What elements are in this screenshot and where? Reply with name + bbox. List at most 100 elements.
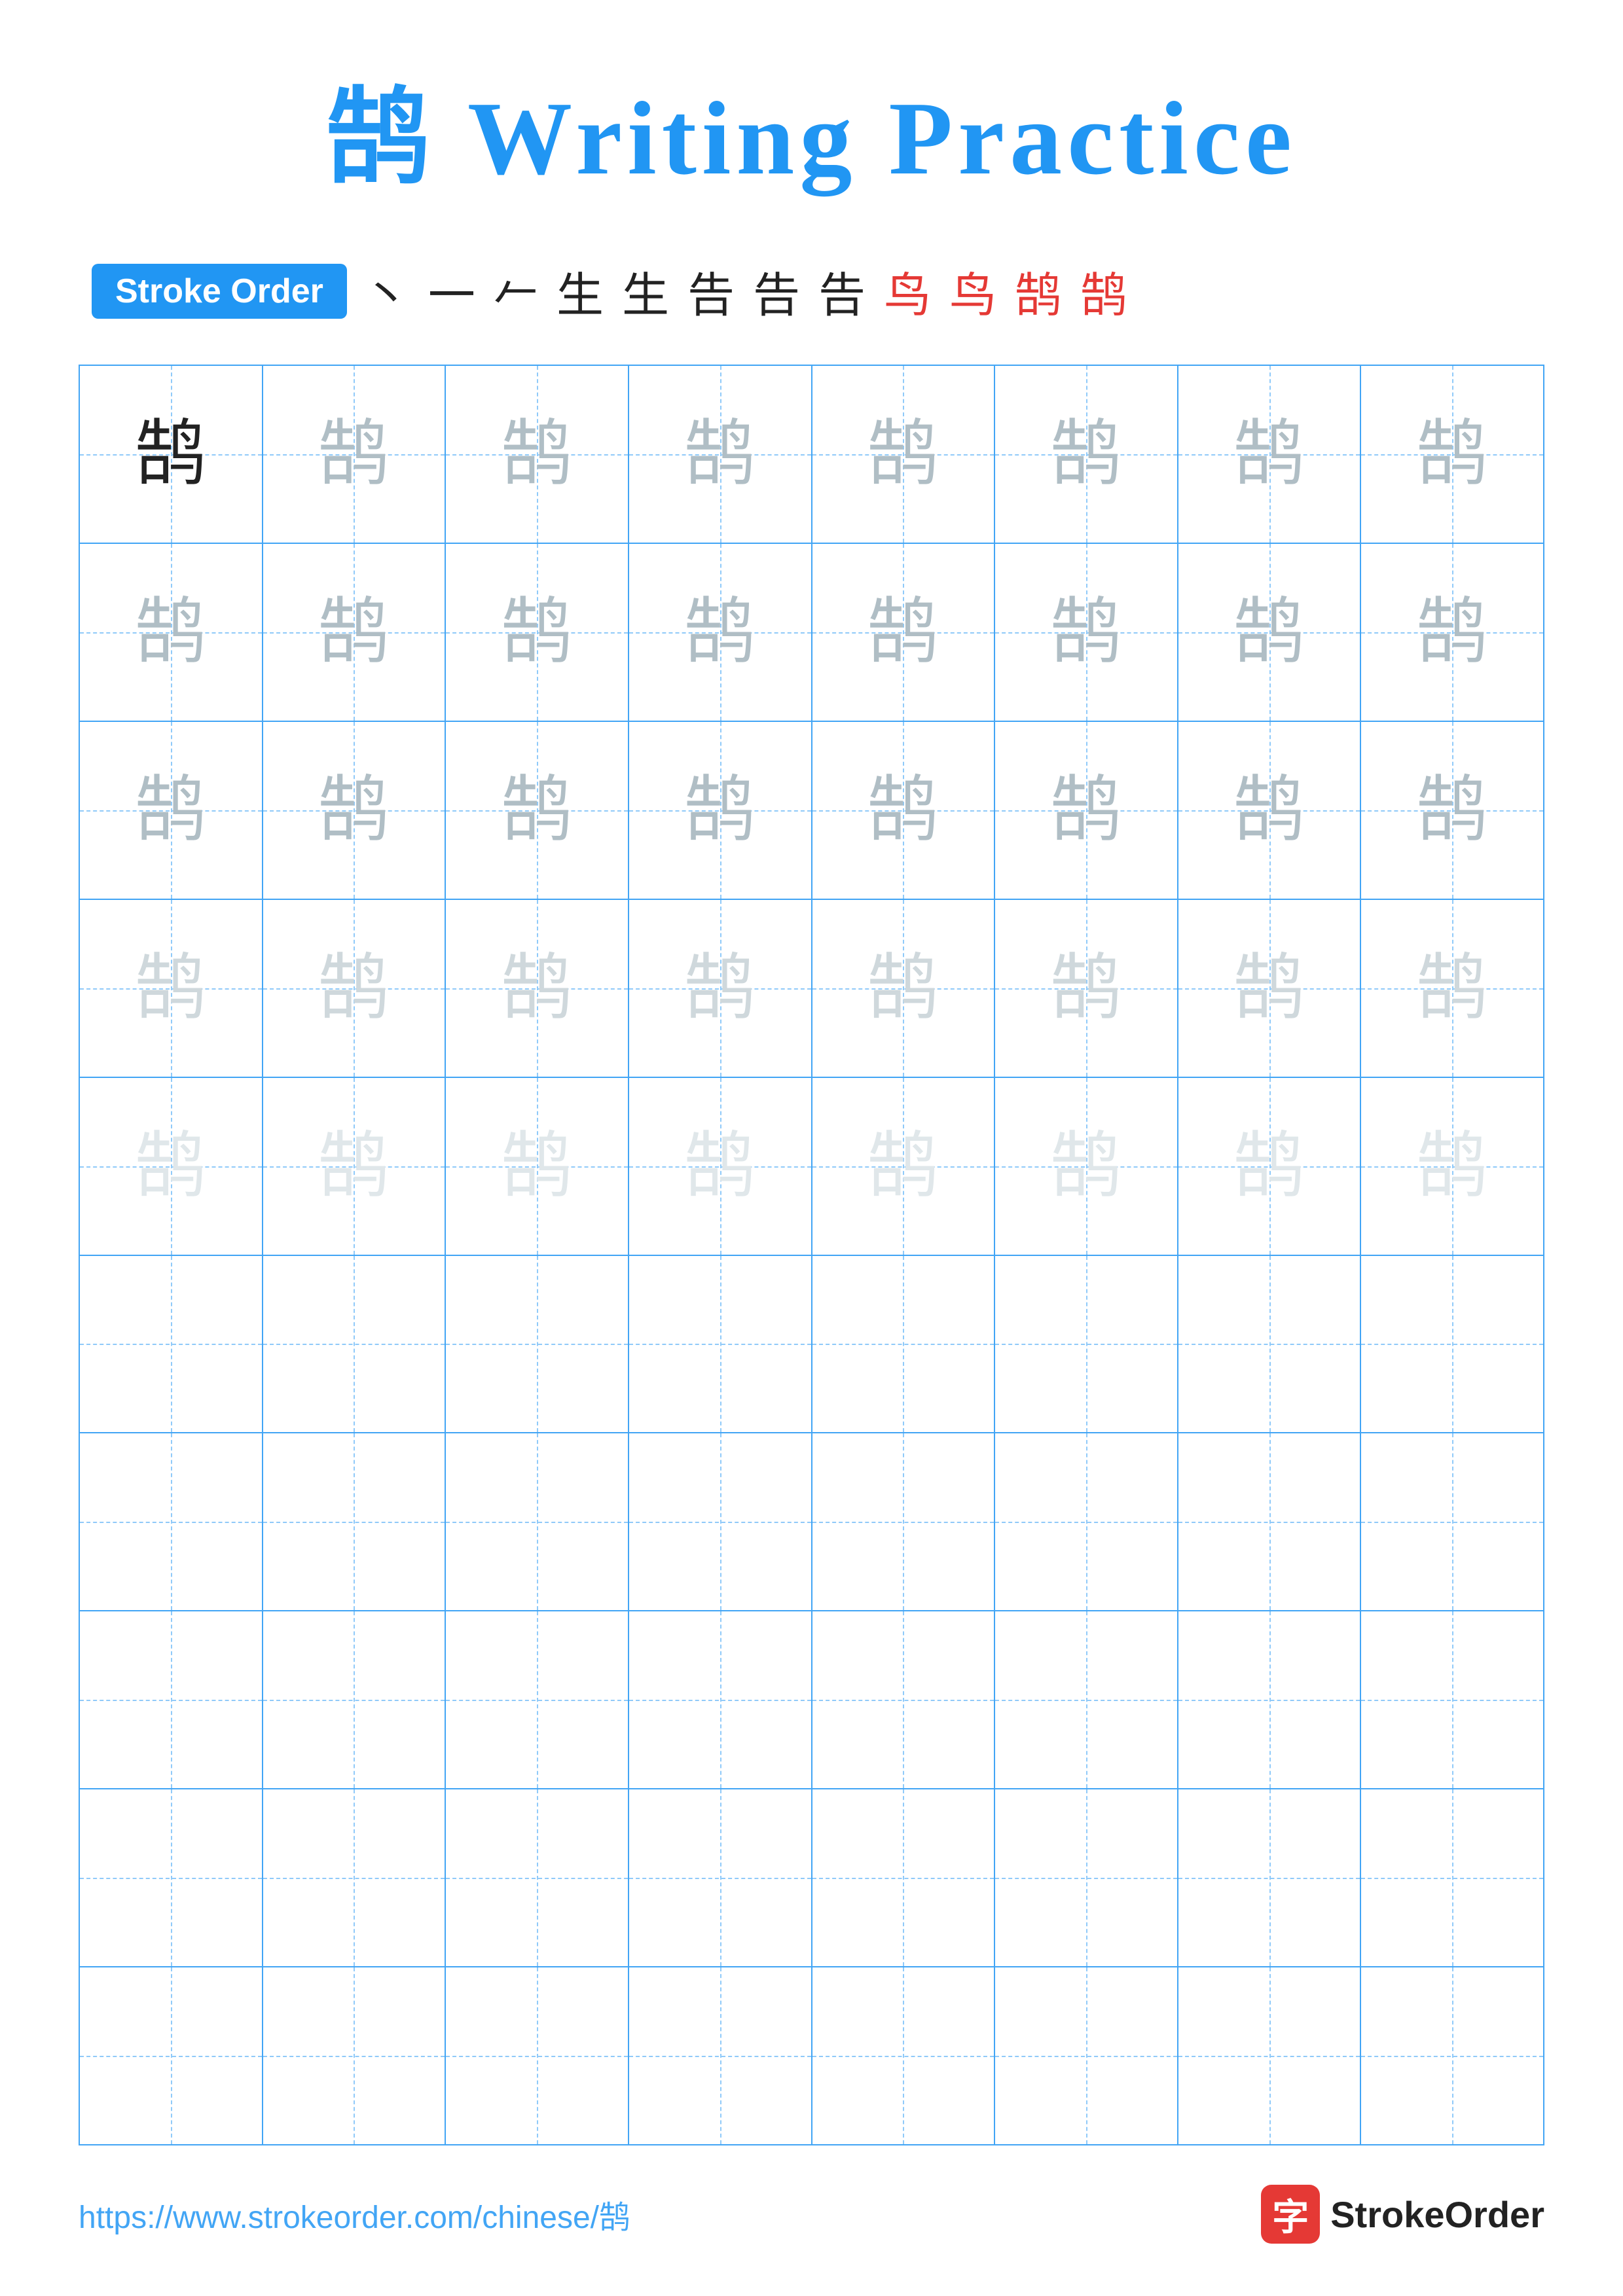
grid-cell[interactable] — [995, 1433, 1178, 1610]
grid-cell[interactable] — [1178, 1433, 1362, 1610]
grid-cell[interactable]: 鹄 — [1361, 544, 1543, 721]
page: 鹄 Writing Practice Stroke Order 丶 一 𠂉 生 … — [0, 0, 1623, 2296]
grid-cell[interactable] — [1178, 1789, 1362, 1966]
grid-cell[interactable] — [629, 1967, 812, 2144]
cell-character: 鹄 — [867, 596, 939, 668]
grid-cell[interactable]: 鹄 — [812, 722, 996, 899]
grid-cell[interactable]: 鹄 — [995, 366, 1178, 543]
cell-character: 鹄 — [1050, 952, 1122, 1024]
grid-cell[interactable]: 鹄 — [263, 366, 447, 543]
grid-cell[interactable]: 鹄 — [446, 1078, 629, 1255]
grid-cell[interactable] — [446, 1611, 629, 1788]
cell-character: 鹄 — [684, 1130, 756, 1202]
grid-cell[interactable]: 鹄 — [629, 366, 812, 543]
grid-cell[interactable]: 鹄 — [80, 366, 263, 543]
grid-cell[interactable] — [812, 1611, 996, 1788]
grid-cell[interactable]: 鹄 — [446, 722, 629, 899]
grid-cell[interactable]: 鹄 — [80, 1078, 263, 1255]
grid-cell[interactable] — [263, 1967, 447, 2144]
stroke-2: 一 — [428, 257, 475, 325]
grid-cell[interactable]: 鹄 — [1178, 366, 1362, 543]
grid-cell[interactable] — [80, 1967, 263, 2144]
grid-cell[interactable]: 鹄 — [446, 900, 629, 1077]
grid-cell[interactable] — [995, 1967, 1178, 2144]
grid-cell[interactable] — [446, 1256, 629, 1433]
grid-cell[interactable] — [446, 1789, 629, 1966]
grid-cell[interactable] — [1178, 1967, 1362, 2144]
grid-cell[interactable]: 鹄 — [80, 722, 263, 899]
grid-cell[interactable]: 鹄 — [995, 722, 1178, 899]
grid-cell[interactable] — [629, 1256, 812, 1433]
grid-cell[interactable]: 鹄 — [629, 722, 812, 899]
grid-cell[interactable]: 鹄 — [446, 366, 629, 543]
grid-cell[interactable]: 鹄 — [629, 1078, 812, 1255]
grid-cell[interactable] — [629, 1789, 812, 1966]
grid-cell[interactable]: 鹄 — [263, 900, 447, 1077]
grid-cell[interactable] — [263, 1611, 447, 1788]
cell-character: 鹄 — [867, 774, 939, 846]
grid-cell[interactable] — [263, 1256, 447, 1433]
grid-cell[interactable]: 鹄 — [629, 544, 812, 721]
grid-cell[interactable] — [812, 1789, 996, 1966]
grid-cell[interactable]: 鹄 — [1361, 1078, 1543, 1255]
grid-cell[interactable] — [1178, 1256, 1362, 1433]
grid-cell[interactable] — [1361, 1611, 1543, 1788]
grid-cell[interactable] — [80, 1789, 263, 1966]
grid-cell[interactable] — [1361, 1789, 1543, 1966]
grid-cell[interactable]: 鹄 — [812, 1078, 996, 1255]
grid-cell[interactable]: 鹄 — [80, 900, 263, 1077]
grid-cell[interactable] — [995, 1256, 1178, 1433]
grid-cell[interactable] — [1361, 1256, 1543, 1433]
grid-cell[interactable] — [80, 1611, 263, 1788]
grid-cell[interactable] — [629, 1611, 812, 1788]
grid-cell[interactable] — [995, 1789, 1178, 1966]
grid-cell[interactable] — [995, 1611, 1178, 1788]
stroke-7: 告 — [753, 257, 800, 325]
grid-cell[interactable] — [263, 1433, 447, 1610]
grid-cell[interactable] — [446, 1433, 629, 1610]
cell-character: 鹄 — [1416, 952, 1488, 1024]
stroke-5: 生 — [622, 257, 669, 325]
grid-cell[interactable] — [80, 1256, 263, 1433]
grid-cell[interactable]: 鹄 — [995, 900, 1178, 1077]
grid-cell[interactable]: 鹄 — [263, 1078, 447, 1255]
grid-cell[interactable]: 鹄 — [629, 900, 812, 1077]
grid-cell[interactable]: 鹄 — [80, 544, 263, 721]
grid-cell[interactable]: 鹄 — [812, 900, 996, 1077]
grid-row — [80, 1789, 1543, 1967]
grid-cell[interactable] — [1178, 1611, 1362, 1788]
grid-cell[interactable]: 鹄 — [1178, 1078, 1362, 1255]
grid-cell[interactable] — [1361, 1433, 1543, 1610]
grid-cell[interactable]: 鹄 — [1178, 722, 1362, 899]
cell-character: 鹄 — [1233, 1130, 1305, 1202]
cell-character: 鹄 — [135, 596, 207, 668]
grid-cell[interactable] — [1361, 1967, 1543, 2144]
grid-cell[interactable] — [812, 1967, 996, 2144]
cell-character: 鹄 — [1233, 596, 1305, 668]
grid-cell[interactable] — [629, 1433, 812, 1610]
grid-cell[interactable]: 鹄 — [263, 722, 447, 899]
cell-character: 鹄 — [684, 596, 756, 668]
cell-character: 鹄 — [501, 774, 573, 846]
grid-cell[interactable]: 鹄 — [1178, 544, 1362, 721]
grid-cell[interactable]: 鹄 — [812, 544, 996, 721]
grid-cell[interactable] — [446, 1967, 629, 2144]
cell-character: 鹄 — [867, 418, 939, 490]
grid-cell[interactable] — [812, 1433, 996, 1610]
grid-cell[interactable]: 鹄 — [1178, 900, 1362, 1077]
grid-cell[interactable]: 鹄 — [263, 544, 447, 721]
cell-character: 鹄 — [1050, 774, 1122, 846]
grid-row — [80, 1433, 1543, 1611]
cell-character: 鹄 — [1050, 596, 1122, 668]
grid-cell[interactable] — [263, 1789, 447, 1966]
grid-cell[interactable]: 鹄 — [812, 366, 996, 543]
grid-cell[interactable]: 鹄 — [446, 544, 629, 721]
grid-cell[interactable] — [812, 1256, 996, 1433]
grid-row: 鹄鹄鹄鹄鹄鹄鹄鹄 — [80, 1078, 1543, 1256]
grid-cell[interactable] — [80, 1433, 263, 1610]
grid-cell[interactable]: 鹄 — [995, 1078, 1178, 1255]
grid-cell[interactable]: 鹄 — [1361, 722, 1543, 899]
grid-cell[interactable]: 鹄 — [1361, 900, 1543, 1077]
grid-cell[interactable]: 鹄 — [1361, 366, 1543, 543]
grid-cell[interactable]: 鹄 — [995, 544, 1178, 721]
